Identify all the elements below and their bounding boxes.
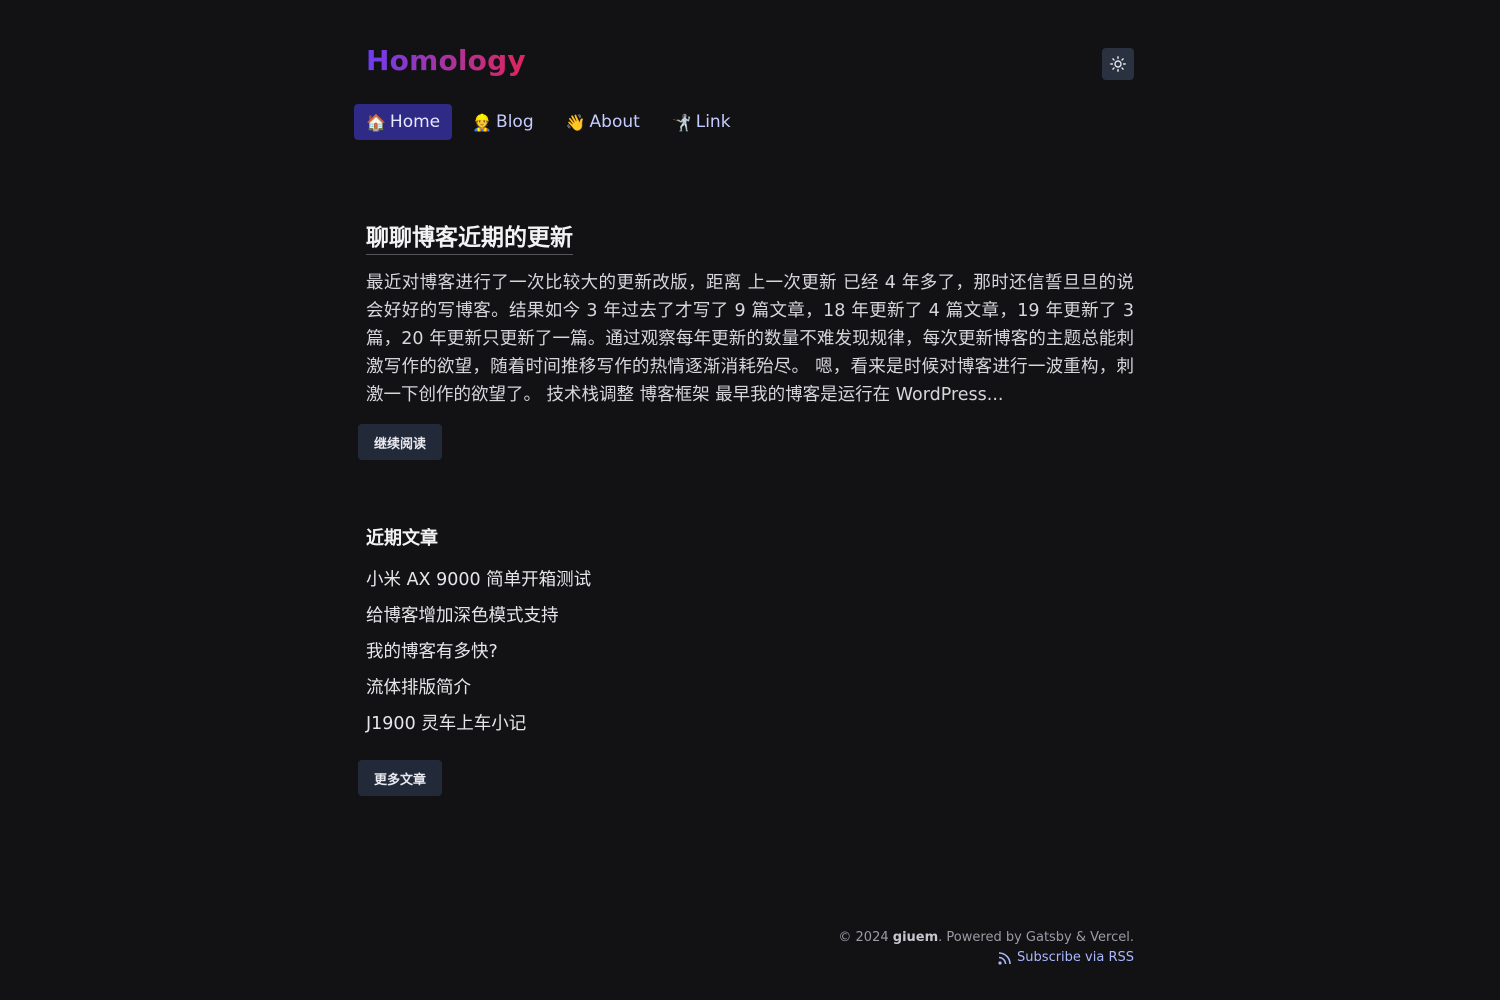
nav-item-link[interactable]: 🤺 Link — [660, 104, 743, 140]
recent-posts-list: 小米 AX 9000 简单开箱测试 给博客增加深色模式支持 我的博客有多快? 流… — [366, 568, 1134, 748]
read-more-button[interactable]: 继续阅读 — [358, 424, 443, 460]
nav-label: Link — [695, 112, 731, 132]
fencer-icon: 🤺 — [671, 112, 692, 132]
list-item[interactable]: 小米 AX 9000 简单开箱测试 — [366, 568, 1134, 604]
wave-icon: 👋 — [565, 112, 586, 132]
rss-link[interactable]: Subscribe via RSS — [998, 948, 1134, 968]
recent-posts-heading: 近期文章 — [366, 528, 438, 549]
more-posts-button[interactable]: 更多文章 — [358, 760, 443, 796]
main-nav: 🏠 Home 👷 Blog 👋 About 🤺 Link — [354, 104, 751, 140]
featured-post: 聊聊博客近期的更新 最近对博客进行了一次比较大的更新改版，距离 上一次更新 已经… — [358, 218, 1134, 460]
site-footer: © 2024 giuem. Powered by Gatsby & Vercel… — [838, 928, 1134, 972]
nav-item-blog[interactable]: 👷 Blog — [460, 104, 546, 140]
copyright-prefix: © 2024 — [838, 930, 893, 945]
nav-label: Home — [389, 112, 441, 132]
post-excerpt: 最近对博客进行了一次比较大的更新改版，距离 上一次更新 已经 4 年多了，那时还… — [366, 273, 1134, 405]
nav-item-about[interactable]: 👋 About — [554, 104, 652, 140]
house-icon: 🏠 — [366, 112, 386, 132]
rss-label: Subscribe via RSS — [1017, 950, 1134, 965]
theme-toggle-button[interactable] — [1102, 48, 1134, 80]
copyright-line: © 2024 giuem. Powered by Gatsby & Vercel… — [838, 928, 1134, 948]
author-name: giuem — [892, 930, 939, 945]
nav-item-home[interactable]: 🏠 Home — [354, 104, 453, 140]
list-item[interactable]: 给博客增加深色模式支持 — [366, 604, 1134, 640]
site-header: Homology — [366, 0, 1134, 100]
list-item[interactable]: J1900 灵车上车小记 — [366, 712, 1134, 748]
powered-by: . Powered by Gatsby & Vercel. — [938, 930, 1134, 945]
recent-posts: 近期文章 小米 AX 9000 简单开箱测试 给博客增加深色模式支持 我的博客有… — [358, 524, 1134, 796]
nav-label: About — [589, 112, 640, 132]
nav-label: Blog — [496, 112, 534, 132]
rss-icon — [998, 951, 1011, 965]
sun-icon — [1110, 56, 1126, 72]
worker-icon: 👷 — [472, 112, 493, 132]
list-item[interactable]: 我的博客有多快? — [366, 640, 1134, 676]
site-logo[interactable]: Homology — [366, 44, 526, 77]
post-title[interactable]: 聊聊博客近期的更新 — [366, 218, 573, 255]
list-item[interactable]: 流体排版简介 — [366, 676, 1134, 712]
page-container: Homology 🏠 Home 👷 Blog 👋 About 🤺 Link 聊聊… — [354, 0, 1134, 796]
